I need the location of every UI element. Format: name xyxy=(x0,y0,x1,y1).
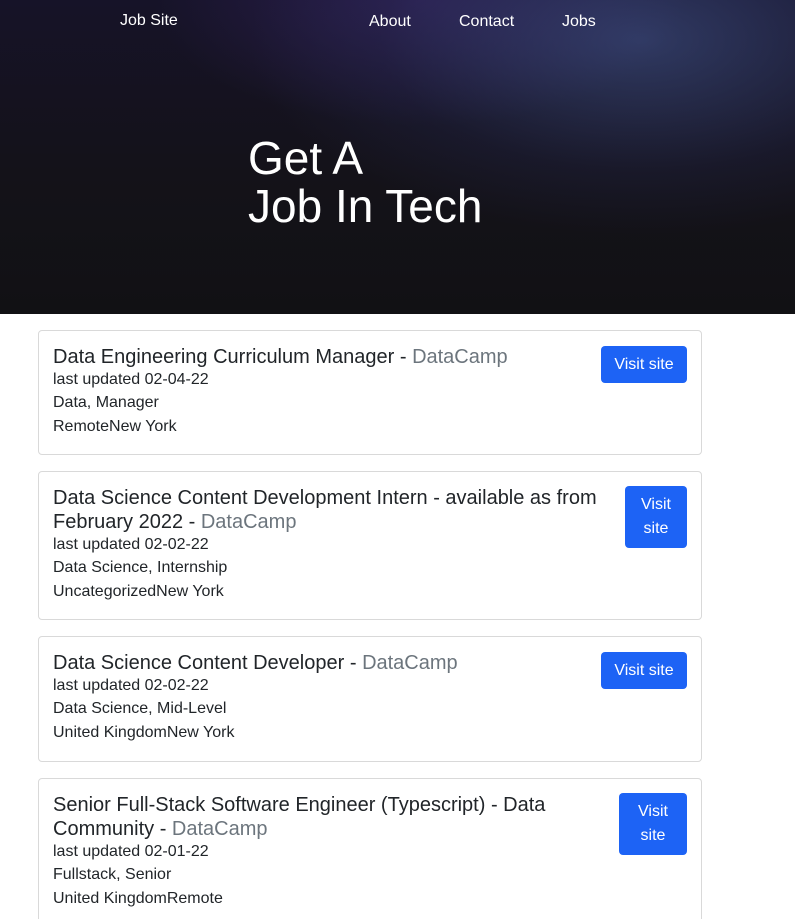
visit-site-button[interactable]: Visit site xyxy=(619,793,687,855)
job-locations: UncategorizedNew York xyxy=(53,583,224,600)
job-title-text: Senior Full-Stack Software Engineer (Typ… xyxy=(53,794,546,840)
nav-link-jobs[interactable]: Jobs xyxy=(562,12,596,32)
last-updated: last updated 02-04-22 xyxy=(53,371,209,388)
job-card: Data Science Content Development Intern … xyxy=(38,471,702,620)
job-card-body: Data Engineering Curriculum Manager - Da… xyxy=(39,331,701,451)
job-card: Senior Full-Stack Software Engineer (Typ… xyxy=(38,778,702,919)
hero-title: Get A Job In Tech xyxy=(248,134,482,230)
company-name: DataCamp xyxy=(200,511,297,533)
hero-title-line-1: Get A xyxy=(248,132,364,184)
job-tags: Fullstack, Senior xyxy=(53,866,172,883)
visit-site-button[interactable]: Visit site xyxy=(601,346,687,383)
last-updated: last updated 02-02-22 xyxy=(53,677,209,694)
job-card-body: Data Science Content Development Intern … xyxy=(39,472,701,616)
job-locations: RemoteNew York xyxy=(53,418,177,435)
job-card: Data Science Content Developer - DataCam… xyxy=(38,636,702,762)
job-title-text: Data Engineering Curriculum Manager xyxy=(53,346,395,368)
hero-title-line-2: Job In Tech xyxy=(248,180,483,232)
job-title-text: Data Science Content Development Intern … xyxy=(53,487,597,533)
job-title: Data Engineering Curriculum Manager - Da… xyxy=(53,345,687,369)
nav-link-about[interactable]: About xyxy=(369,12,411,32)
job-title: Senior Full-Stack Software Engineer (Typ… xyxy=(53,793,687,841)
title-separator: - xyxy=(183,511,201,533)
job-title-text: Data Science Content Developer xyxy=(53,652,345,674)
job-title: Data Science Content Development Intern … xyxy=(53,486,687,534)
job-tags: Data, Manager xyxy=(53,394,159,411)
company-name: DataCamp xyxy=(412,346,508,368)
job-card: Data Engineering Curriculum Manager - Da… xyxy=(38,330,702,455)
job-locations: United KingdomRemote xyxy=(53,890,223,907)
job-tags: Data Science, Mid-Level xyxy=(53,700,227,717)
title-separator: - xyxy=(344,652,363,674)
job-locations: United KingdomNew York xyxy=(53,724,235,741)
last-updated: last updated 02-01-22 xyxy=(53,843,209,860)
job-card-body: Senior Full-Stack Software Engineer (Typ… xyxy=(39,779,701,919)
nav-link-contact[interactable]: Contact xyxy=(459,12,514,32)
job-card-body: Data Science Content Developer - DataCam… xyxy=(39,637,701,757)
brand-link[interactable]: Job Site xyxy=(120,11,178,31)
job-tags: Data Science, Internship xyxy=(53,559,228,576)
company-name: DataCamp xyxy=(171,818,268,840)
company-name: DataCamp xyxy=(362,652,458,674)
title-separator: - xyxy=(154,818,172,840)
hero-header: Job Site About Contact Jobs Get A Job In… xyxy=(0,0,795,314)
last-updated: last updated 02-02-22 xyxy=(53,536,209,553)
job-title: Data Science Content Developer - DataCam… xyxy=(53,651,687,675)
visit-site-button[interactable]: Visit site xyxy=(601,652,687,689)
title-separator: - xyxy=(394,346,413,368)
visit-site-button[interactable]: Visit site xyxy=(625,486,687,548)
